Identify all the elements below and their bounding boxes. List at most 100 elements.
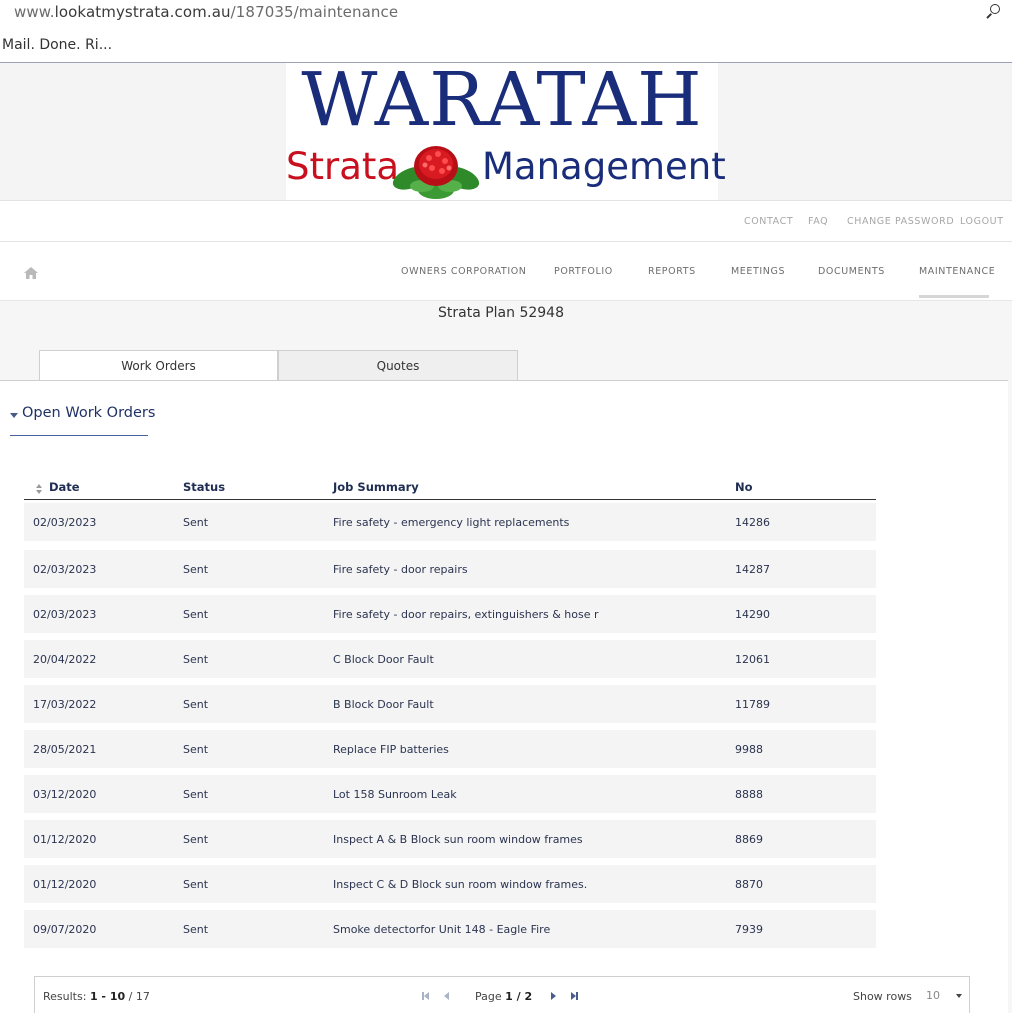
cell-date: 02/03/2023 — [33, 516, 97, 529]
search-icon[interactable] — [984, 4, 1000, 20]
header-band: WARATAH Strata Management — [0, 57, 1012, 200]
results-summary: Results: 1 - 10 / 17 — [43, 990, 150, 1003]
results-label: Results: — [43, 990, 87, 1003]
rows-per-page-select[interactable]: 10 — [922, 988, 968, 1006]
cell-job-summary: Fire safety - emergency light replacemen… — [333, 516, 570, 529]
content-area: Strata Plan 52948 Work Orders Quotes Ope… — [0, 301, 1012, 1013]
caret-down-icon — [10, 413, 18, 418]
url-path: /187035/maintenance — [230, 3, 399, 21]
nav-documents[interactable]: DOCUMENTS — [818, 266, 885, 277]
logo-title: WARATAH — [301, 57, 703, 143]
cell-job-summary: Fire safety - door repairs — [333, 563, 468, 576]
browser-url-bar[interactable]: www.lookatmystrata.com.au/187035/mainten… — [0, 0, 1012, 26]
table-row[interactable]: 01/12/2020 Sent Inspect C & D Block sun … — [24, 865, 876, 903]
results-total: / 17 — [128, 990, 150, 1003]
waratah-flower-icon — [392, 146, 480, 199]
cell-date: 02/03/2023 — [33, 563, 97, 576]
tab-title: Mail. Done. Ri... — [2, 37, 113, 53]
cell-status: Sent — [183, 743, 209, 756]
logo-word-strata: Strata — [286, 145, 400, 188]
company-logo[interactable]: WARATAH Strata Management — [286, 57, 726, 200]
work-orders-panel: Open Work Orders Date Status Job Summary… — [0, 381, 1008, 1013]
cell-job-summary: C Block Door Fault — [333, 653, 434, 666]
cell-job-summary: Inspect A & B Block sun room window fram… — [333, 833, 583, 846]
logo-word-management: Management — [482, 145, 726, 188]
page-title: Strata Plan 52948 — [438, 305, 564, 321]
cell-number: 8869 — [735, 833, 763, 846]
chevron-down-icon — [956, 994, 962, 998]
cell-status: Sent — [183, 653, 209, 666]
table-row[interactable]: 02/03/2023 Sent Fire safety - door repai… — [24, 595, 876, 633]
nav-maintenance[interactable]: MAINTENANCE — [919, 266, 995, 277]
page-indicator: Page 1 / 2 — [475, 990, 532, 1003]
url-text[interactable]: www.lookatmystrata.com.au/187035/mainten… — [14, 3, 398, 21]
sort-icon[interactable] — [36, 484, 43, 495]
open-work-orders-toggle[interactable]: Open Work Orders — [10, 405, 155, 436]
cell-status: Sent — [183, 516, 209, 529]
rows-per-page-value: 10 — [926, 989, 940, 1002]
cell-date: 17/03/2022 — [33, 698, 97, 711]
cell-date: 02/03/2023 — [33, 608, 97, 621]
table-header: Date Status Job Summary No — [24, 479, 876, 500]
cell-job-summary: Smoke detectorfor Unit 148 - Eagle Fire — [333, 923, 551, 936]
tab-quotes[interactable]: Quotes — [278, 350, 518, 381]
table-row[interactable]: 20/04/2022 Sent C Block Door Fault 12061 — [24, 640, 876, 678]
table-row[interactable]: 17/03/2022 Sent B Block Door Fault 11789 — [24, 685, 876, 723]
nav-portfolio[interactable]: PORTFOLIO — [554, 266, 613, 277]
first-page-icon[interactable] — [422, 991, 432, 1001]
table-pager: Results: 1 - 10 / 17 Page 1 / 2 Show row… — [34, 976, 970, 1013]
column-header-no[interactable]: No — [735, 480, 753, 494]
table-row[interactable]: 02/03/2023 Sent Fire safety - emergency … — [24, 503, 876, 541]
table-row[interactable]: 02/03/2023 Sent Fire safety - door repai… — [24, 550, 876, 588]
tab-work-orders[interactable]: Work Orders — [39, 350, 278, 382]
cell-number: 14287 — [735, 563, 770, 576]
cell-status: Sent — [183, 563, 209, 576]
cell-number: 8888 — [735, 788, 763, 801]
cell-status: Sent — [183, 878, 209, 891]
table-row[interactable]: 28/05/2021 Sent Replace FIP batteries 99… — [24, 730, 876, 768]
table-row[interactable]: 03/12/2020 Sent Lot 158 Sunroom Leak 888… — [24, 775, 876, 813]
column-header-date[interactable]: Date — [49, 480, 80, 494]
cell-date: 01/12/2020 — [33, 878, 97, 891]
show-rows-label: Show rows — [853, 990, 912, 1003]
previous-page-icon[interactable] — [442, 991, 452, 1001]
next-page-icon[interactable] — [549, 991, 559, 1001]
cell-number: 9988 — [735, 743, 763, 756]
work-orders-table: Date Status Job Summary No 02/03/2023 Se… — [24, 479, 876, 948]
cell-date: 09/07/2020 — [33, 923, 97, 936]
home-icon[interactable] — [24, 267, 38, 279]
contact-link[interactable]: CONTACT — [744, 216, 793, 227]
cell-job-summary: Lot 158 Sunroom Leak — [333, 788, 457, 801]
faq-link[interactable]: FAQ — [808, 216, 828, 227]
cell-status: Sent — [183, 923, 209, 936]
cell-date: 03/12/2020 — [33, 788, 97, 801]
nav-owners-corporation[interactable]: OWNERS CORPORATION — [401, 266, 527, 277]
table-row[interactable]: 01/12/2020 Sent Inspect A & B Block sun … — [24, 820, 876, 858]
table-row[interactable]: 09/07/2020 Sent Smoke detectorfor Unit 1… — [24, 910, 876, 948]
logout-link[interactable]: LOGOUT — [960, 216, 1004, 227]
cell-number: 11789 — [735, 698, 770, 711]
cell-number: 8870 — [735, 878, 763, 891]
url-domain: lookatmystrata.com.au — [54, 3, 231, 21]
cell-job-summary: Replace FIP batteries — [333, 743, 449, 756]
nav-reports[interactable]: REPORTS — [648, 266, 696, 277]
last-page-icon[interactable] — [570, 991, 580, 1001]
page-label: Page — [475, 990, 502, 1003]
cell-date: 20/04/2022 — [33, 653, 97, 666]
cell-number: 14286 — [735, 516, 770, 529]
cell-number: 7939 — [735, 923, 763, 936]
results-range: 1 - 10 — [89, 990, 126, 1003]
change-password-link[interactable]: CHANGE PASSWORD — [847, 216, 954, 227]
nav-meetings[interactable]: MEETINGS — [731, 266, 785, 277]
cell-date: 01/12/2020 — [33, 833, 97, 846]
utility-nav: CONTACT FAQ CHANGE PASSWORD LOGOUT — [0, 200, 1012, 242]
cell-status: Sent — [183, 788, 209, 801]
url-prefix: www. — [14, 3, 55, 21]
cell-number: 14290 — [735, 608, 770, 621]
page-value: 1 / 2 — [505, 990, 533, 1003]
cell-status: Sent — [183, 698, 209, 711]
column-header-job-summary[interactable]: Job Summary — [333, 480, 419, 494]
column-header-status[interactable]: Status — [183, 480, 225, 494]
cell-status: Sent — [183, 833, 209, 846]
cell-date: 28/05/2021 — [33, 743, 97, 756]
